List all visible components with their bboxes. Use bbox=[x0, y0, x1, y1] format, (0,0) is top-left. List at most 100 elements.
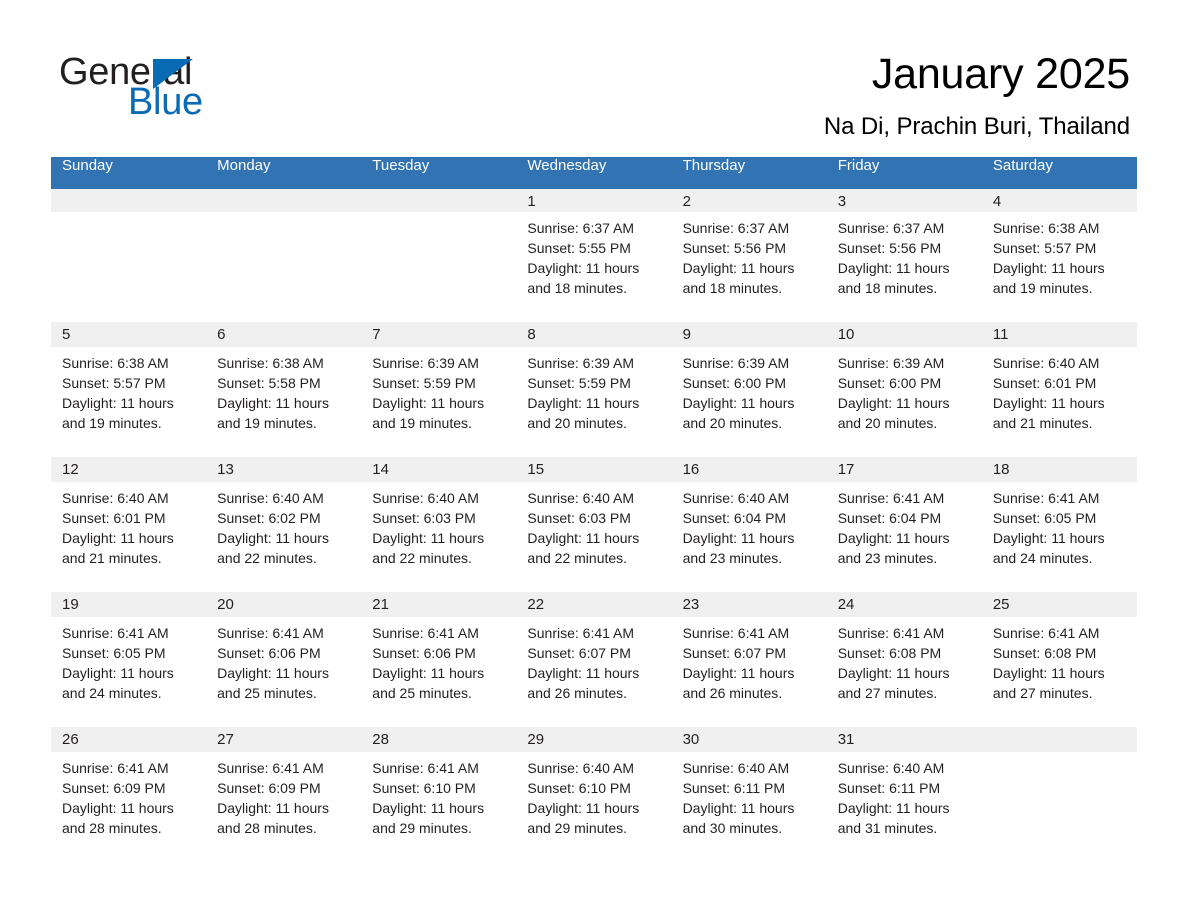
day-number[interactable]: 4 bbox=[981, 185, 1137, 212]
day-number[interactable]: 14 bbox=[361, 457, 517, 482]
sunset-text: Sunset: 6:07 PM bbox=[682, 645, 787, 661]
day-number[interactable]: 20 bbox=[206, 592, 362, 617]
day-cell[interactable]: Sunrise: 6:41 AM Sunset: 6:05 PM Daylight:… bbox=[981, 482, 1137, 592]
day-cell[interactable]: Sunrise: 6:41 AM Sunset: 6:10 PM Daylight:… bbox=[361, 752, 517, 862]
day-number[interactable]: 1 bbox=[516, 185, 672, 212]
sunset-text: Sunset: 5:55 PM bbox=[527, 240, 631, 256]
day-number[interactable]: 21 bbox=[361, 592, 517, 617]
day-number[interactable]: 3 bbox=[826, 185, 982, 212]
general-blue-logo[interactable]: General Blue bbox=[59, 50, 319, 123]
day-number[interactable]: 7 bbox=[361, 322, 517, 347]
day-cell[interactable]: Sunrise: 6:39 AM Sunset: 6:00 PM Daylight:… bbox=[826, 347, 982, 457]
day-cell[interactable]: Sunrise: 6:38 AM Sunset: 5:57 PM Daylight:… bbox=[51, 347, 207, 457]
sunrise-text: Sunrise: 6:41 AM bbox=[62, 760, 169, 776]
day-number[interactable]: 13 bbox=[206, 457, 362, 482]
empty-day-cell bbox=[206, 212, 362, 322]
day-number[interactable]: 30 bbox=[671, 727, 827, 752]
sunset-text: Sunset: 5:59 PM bbox=[527, 375, 631, 391]
sunset-text: Sunset: 6:02 PM bbox=[217, 510, 321, 526]
day-cell[interactable]: Sunrise: 6:37 AM Sunset: 5:55 PM Daylight:… bbox=[516, 212, 672, 322]
sunrise-text: Sunrise: 6:41 AM bbox=[992, 625, 1100, 641]
calendar-table: Sunday Monday Tuesday Wednesday Thursday… bbox=[51, 157, 1137, 862]
day-cell[interactable]: Sunrise: 6:40 AM Sunset: 6:01 PM Daylight:… bbox=[51, 482, 207, 592]
sunset-text: Sunset: 6:03 PM bbox=[527, 510, 631, 526]
day-cell[interactable]: Sunrise: 6:39 AM Sunset: 5:59 PM Daylight:… bbox=[361, 347, 517, 457]
empty-day-cell bbox=[981, 752, 1137, 862]
day-number[interactable]: 2 bbox=[671, 185, 827, 212]
day-cell[interactable]: Sunrise: 6:37 AM Sunset: 5:56 PM Daylight:… bbox=[671, 212, 827, 322]
week-daynumber-row: 19 20 21 22 23 24 25 bbox=[51, 592, 1137, 617]
daylight-text: Daylight: 11 hours and 26 minutes. bbox=[527, 665, 640, 701]
daylight-text: Daylight: 11 hours and 21 minutes. bbox=[992, 395, 1105, 431]
location-subtitle: Na Di, Prachin Buri, Thailand bbox=[823, 113, 1130, 140]
sunrise-text: Sunrise: 6:40 AM bbox=[992, 355, 1100, 371]
day-cell[interactable]: Sunrise: 6:40 AM Sunset: 6:11 PM Daylight:… bbox=[671, 752, 827, 862]
day-number[interactable]: 19 bbox=[51, 592, 207, 617]
calendar-body: 1 2 3 4 Sunrise: 6:37 AM Sunset: 5:55 PM Dayli… bbox=[51, 185, 1137, 862]
sunset-text: Sunset: 6:04 PM bbox=[837, 510, 942, 526]
daylight-text: Daylight: 11 hours and 19 minutes. bbox=[62, 395, 174, 431]
day-cell[interactable]: Sunrise: 6:40 AM Sunset: 6:03 PM Daylight:… bbox=[361, 482, 517, 592]
day-cell[interactable]: Sunrise: 6:40 AM Sunset: 6:02 PM Daylight:… bbox=[206, 482, 362, 592]
day-number[interactable]: 8 bbox=[516, 322, 672, 347]
day-cell[interactable]: Sunrise: 6:38 AM Sunset: 5:58 PM Daylight:… bbox=[206, 347, 362, 457]
day-cell[interactable]: Sunrise: 6:40 AM Sunset: 6:01 PM Daylight:… bbox=[981, 347, 1137, 457]
day-number[interactable]: 27 bbox=[206, 727, 362, 752]
day-number[interactable]: 9 bbox=[671, 322, 827, 347]
sunset-text: Sunset: 6:08 PM bbox=[992, 645, 1097, 661]
day-number[interactable]: 10 bbox=[826, 322, 982, 347]
sunrise-text: Sunrise: 6:38 AM bbox=[992, 220, 1100, 236]
day-cell[interactable]: Sunrise: 6:41 AM Sunset: 6:05 PM Daylight:… bbox=[51, 617, 207, 727]
day-cell[interactable]: Sunrise: 6:38 AM Sunset: 5:57 PM Daylight:… bbox=[981, 212, 1137, 322]
sunrise-text: Sunrise: 6:39 AM bbox=[527, 355, 635, 371]
daylight-text: Daylight: 11 hours and 28 minutes. bbox=[62, 800, 174, 836]
weekday-header-thursday: Thursday bbox=[671, 157, 827, 187]
week-info-row: Sunrise: 6:38 AM Sunset: 5:57 PM Daylight:… bbox=[51, 347, 1137, 457]
weekday-header-friday: Friday bbox=[826, 157, 982, 187]
day-cell[interactable]: Sunrise: 6:41 AM Sunset: 6:08 PM Daylight:… bbox=[826, 617, 982, 727]
day-number[interactable]: 6 bbox=[206, 322, 362, 347]
day-number[interactable]: 23 bbox=[671, 592, 827, 617]
day-cell[interactable]: Sunrise: 6:41 AM Sunset: 6:06 PM Daylight:… bbox=[206, 617, 362, 727]
day-cell[interactable]: Sunrise: 6:39 AM Sunset: 6:00 PM Daylight:… bbox=[671, 347, 827, 457]
day-cell[interactable]: Sunrise: 6:41 AM Sunset: 6:07 PM Daylight:… bbox=[516, 617, 672, 727]
day-number[interactable]: 5 bbox=[51, 322, 207, 347]
day-cell[interactable]: Sunrise: 6:41 AM Sunset: 6:08 PM Daylight:… bbox=[981, 617, 1137, 727]
day-cell[interactable]: Sunrise: 6:41 AM Sunset: 6:09 PM Daylight:… bbox=[206, 752, 362, 862]
sunrise-text: Sunrise: 6:41 AM bbox=[372, 760, 479, 776]
day-number[interactable]: 17 bbox=[826, 457, 982, 482]
day-number[interactable]: 28 bbox=[361, 727, 517, 752]
day-cell[interactable]: Sunrise: 6:40 AM Sunset: 6:11 PM Daylight:… bbox=[826, 752, 982, 862]
day-number[interactable]: 16 bbox=[671, 457, 827, 482]
title-block: January 2025 Na Di, Prachin Buri, Thaila… bbox=[824, 48, 1130, 142]
day-number[interactable]: 18 bbox=[981, 457, 1137, 482]
day-cell[interactable]: Sunrise: 6:40 AM Sunset: 6:10 PM Daylight:… bbox=[516, 752, 672, 862]
sunrise-text: Sunrise: 6:41 AM bbox=[837, 625, 945, 641]
day-number[interactable]: 24 bbox=[826, 592, 982, 617]
day-cell[interactable]: Sunrise: 6:41 AM Sunset: 6:06 PM Daylight:… bbox=[361, 617, 517, 727]
sunset-text: Sunset: 6:10 PM bbox=[527, 780, 631, 796]
sunset-text: Sunset: 6:01 PM bbox=[992, 375, 1097, 391]
day-number[interactable]: 22 bbox=[516, 592, 672, 617]
day-cell[interactable]: Sunrise: 6:40 AM Sunset: 6:04 PM Daylight:… bbox=[671, 482, 827, 592]
empty-day-number bbox=[51, 185, 207, 212]
day-cell[interactable]: Sunrise: 6:41 AM Sunset: 6:09 PM Daylight:… bbox=[51, 752, 207, 862]
day-number[interactable]: 12 bbox=[51, 457, 207, 482]
week-daynumber-row: 1234 bbox=[51, 185, 1137, 212]
day-number[interactable]: 15 bbox=[516, 457, 672, 482]
daylight-text: Daylight: 11 hours and 20 minutes. bbox=[527, 395, 640, 431]
day-cell[interactable]: Sunrise: 6:41 AM Sunset: 6:04 PM Daylight:… bbox=[826, 482, 982, 592]
day-number[interactable]: 25 bbox=[981, 592, 1137, 617]
day-number[interactable]: 11 bbox=[981, 322, 1137, 347]
day-number[interactable]: 26 bbox=[51, 727, 207, 752]
day-cell[interactable]: Sunrise: 6:40 AM Sunset: 6:03 PM Daylight:… bbox=[516, 482, 672, 592]
day-number[interactable]: 29 bbox=[516, 727, 672, 752]
day-cell[interactable]: Sunrise: 6:39 AM Sunset: 5:59 PM Daylight:… bbox=[516, 347, 672, 457]
sunrise-text: Sunrise: 6:40 AM bbox=[527, 760, 635, 776]
day-cell[interactable]: Sunrise: 6:41 AM Sunset: 6:07 PM Daylight:… bbox=[671, 617, 827, 727]
day-cell[interactable]: Sunrise: 6:37 AM Sunset: 5:56 PM Daylight:… bbox=[826, 212, 982, 322]
day-number[interactable]: 31 bbox=[826, 727, 982, 752]
sunrise-text: Sunrise: 6:41 AM bbox=[527, 625, 635, 641]
daylight-text: Daylight: 11 hours and 23 minutes. bbox=[682, 530, 795, 566]
sunrise-text: Sunrise: 6:41 AM bbox=[217, 760, 324, 776]
